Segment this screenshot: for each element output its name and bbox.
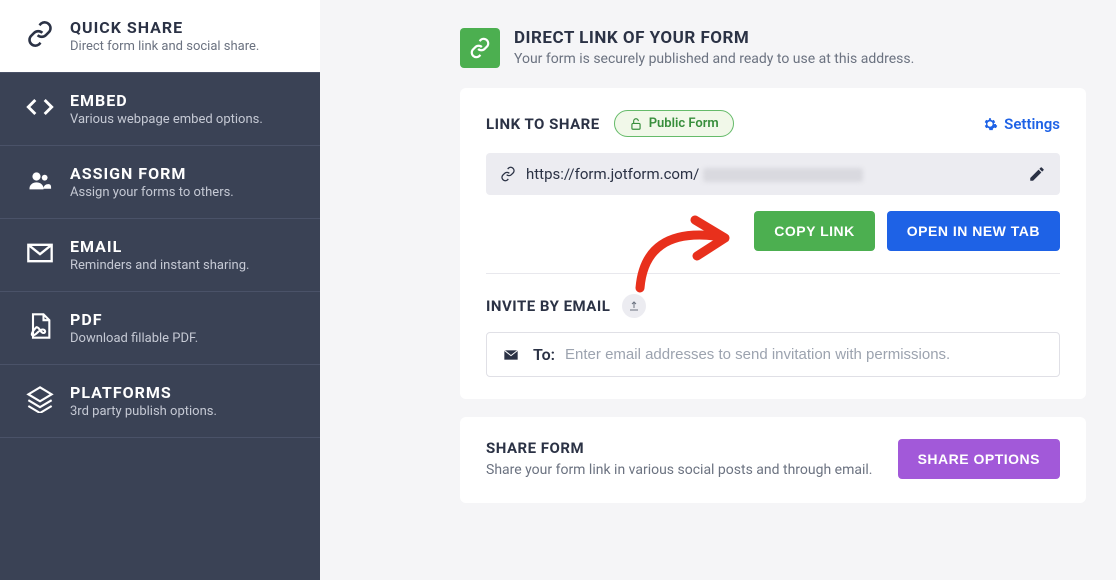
mail-icon — [20, 239, 60, 267]
sidebar-item-title: ASSIGN FORM — [70, 164, 300, 183]
sidebar-item-title: QUICK SHARE — [70, 18, 300, 37]
mail-icon — [501, 347, 521, 363]
sidebar-item-quick-share[interactable]: QUICK SHARE Direct form link and social … — [0, 0, 320, 73]
sidebar-item-desc: Download fillable PDF. — [70, 331, 300, 346]
sidebar-item-desc: Various webpage embed options. — [70, 112, 300, 127]
sidebar-item-title: EMAIL — [70, 237, 300, 256]
link-icon — [460, 28, 500, 68]
copy-link-button[interactable]: COPY LINK — [754, 211, 874, 251]
sidebar-item-email[interactable]: EMAIL Reminders and instant sharing. — [0, 219, 320, 292]
email-input[interactable] — [565, 346, 1045, 363]
sidebar-item-desc: Assign your forms to others. — [70, 185, 300, 200]
share-form-desc: Share your form link in various social p… — [486, 461, 878, 481]
open-new-tab-button[interactable]: OPEN IN NEW TAB — [887, 211, 1060, 251]
share-form-title: SHARE FORM — [486, 439, 878, 457]
sidebar-item-desc: 3rd party publish options. — [70, 404, 300, 419]
link-icon — [20, 20, 60, 48]
to-label: To: — [533, 345, 555, 364]
sidebar: QUICK SHARE Direct form link and social … — [0, 0, 320, 580]
users-icon — [20, 166, 60, 194]
pdf-icon — [20, 312, 60, 340]
invite-by-email-title: INVITE BY EMAIL — [486, 297, 610, 315]
redacted-url-part — [703, 168, 863, 182]
form-url-box: https://form.jotform.com/ — [486, 153, 1060, 195]
upload-icon[interactable] — [622, 294, 646, 318]
public-form-badge[interactable]: Public Form — [614, 110, 734, 137]
sidebar-item-title: EMBED — [70, 91, 300, 110]
share-form-card: SHARE FORM Share your form link in vario… — [460, 417, 1086, 503]
sidebar-item-assign-form[interactable]: ASSIGN FORM Assign your forms to others. — [0, 146, 320, 219]
email-invite-box[interactable]: To: — [486, 332, 1060, 377]
settings-link[interactable]: Settings — [982, 115, 1060, 133]
page-subtitle: Your form is securely published and read… — [514, 51, 914, 67]
main-content: DIRECT LINK OF YOUR FORM Your form is se… — [320, 0, 1116, 551]
badge-label: Public Form — [649, 116, 719, 131]
share-options-button[interactable]: SHARE OPTIONS — [898, 439, 1060, 479]
settings-label: Settings — [1004, 115, 1060, 133]
page-title: DIRECT LINK OF YOUR FORM — [514, 28, 914, 48]
code-icon — [20, 93, 60, 121]
form-url-text: https://form.jotform.com/ — [526, 165, 1028, 183]
sidebar-item-title: PDF — [70, 310, 300, 329]
link-to-share-title: LINK TO SHARE — [486, 115, 600, 133]
edit-icon[interactable] — [1028, 165, 1046, 183]
sidebar-item-desc: Reminders and instant sharing. — [70, 258, 300, 273]
page-header: DIRECT LINK OF YOUR FORM Your form is se… — [460, 28, 1086, 68]
layers-icon — [20, 385, 60, 413]
link-icon — [500, 166, 516, 182]
link-to-share-card: LINK TO SHARE Public Form Settings https… — [460, 88, 1086, 399]
sidebar-item-title: PLATFORMS — [70, 383, 300, 402]
sidebar-item-desc: Direct form link and social share. — [70, 39, 300, 54]
sidebar-item-pdf[interactable]: PDF Download fillable PDF. — [0, 292, 320, 365]
sidebar-item-embed[interactable]: EMBED Various webpage embed options. — [0, 73, 320, 146]
sidebar-item-platforms[interactable]: PLATFORMS 3rd party publish options. — [0, 365, 320, 438]
